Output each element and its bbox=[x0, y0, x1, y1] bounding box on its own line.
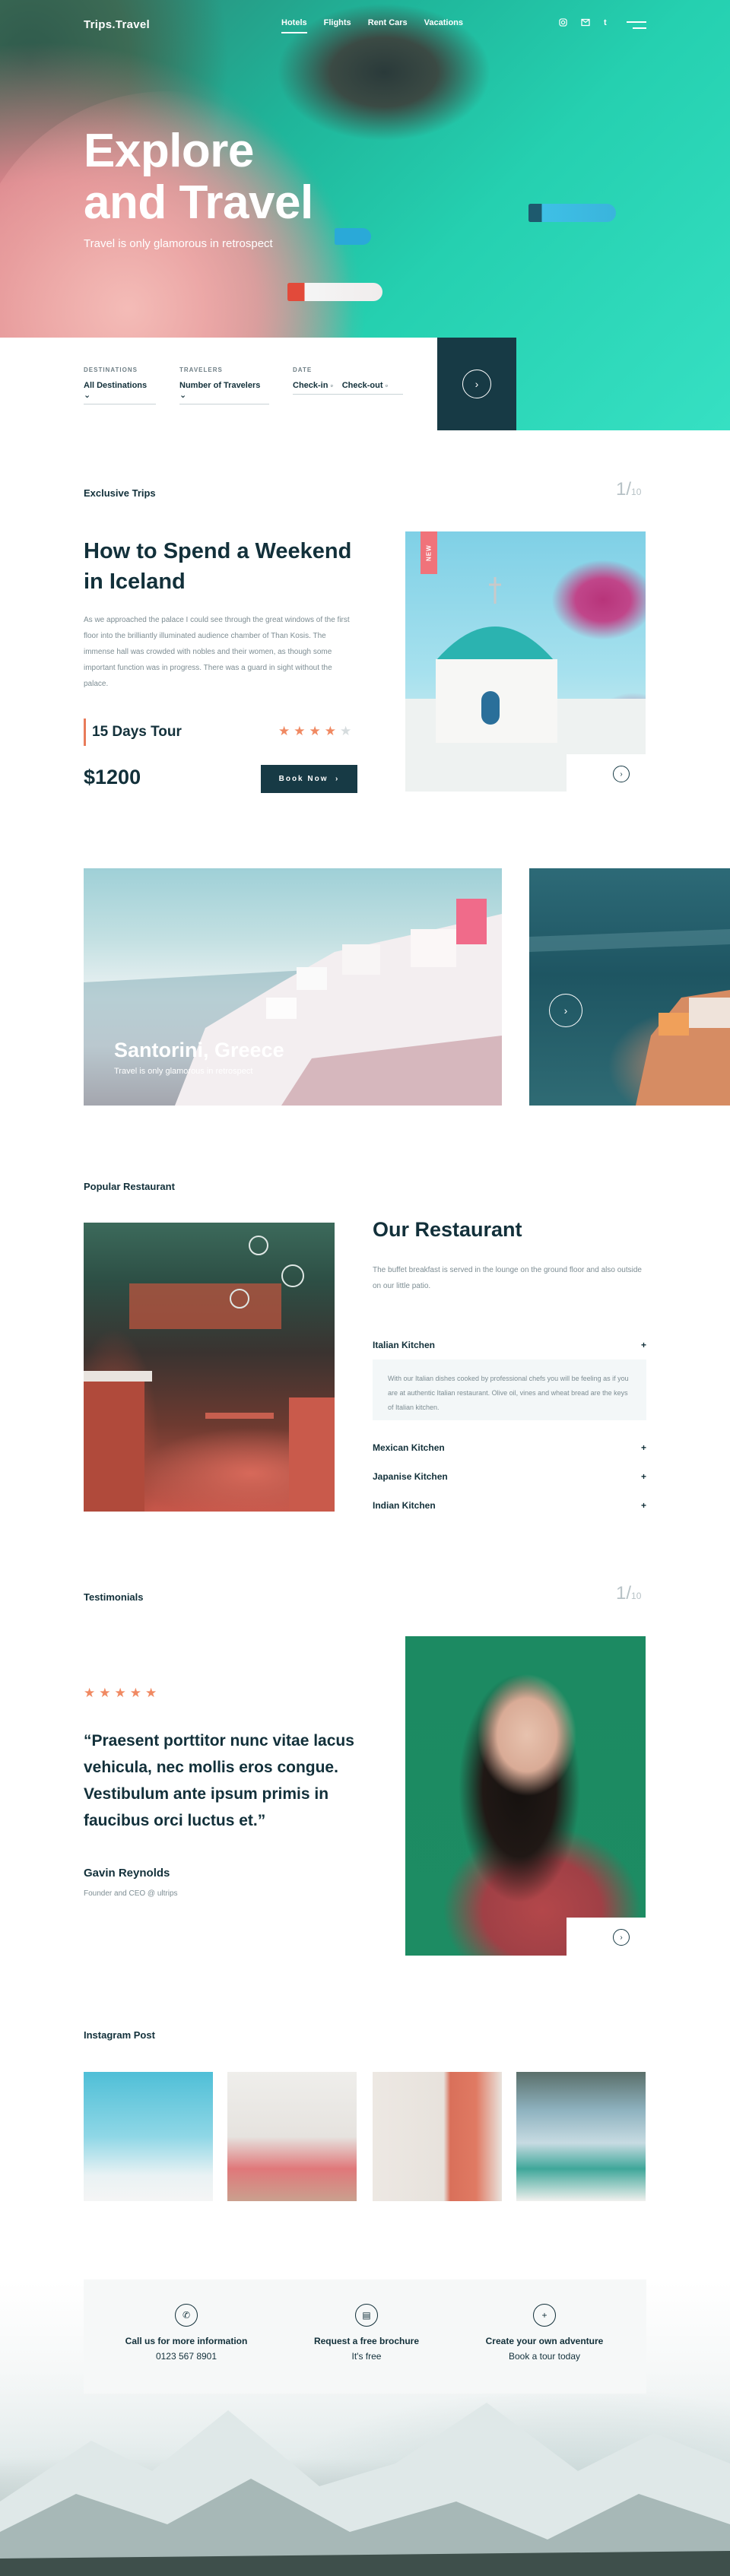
calendar-icon: ▫ bbox=[385, 382, 388, 389]
accordion-italian-kitchen[interactable]: Italian Kitchen + bbox=[373, 1337, 646, 1353]
slide-counter: 1/10 bbox=[616, 479, 642, 500]
church-photo bbox=[405, 531, 646, 792]
trip-description: As we approached the palace I could see … bbox=[84, 616, 350, 688]
plus-icon: + bbox=[533, 2304, 556, 2327]
star-icon: ★ bbox=[99, 1686, 111, 1700]
instagram-icon[interactable] bbox=[559, 18, 567, 29]
star-icon: ★ bbox=[309, 724, 321, 738]
search-button[interactable]: › bbox=[437, 338, 516, 430]
accordion-body-italian: With our Italian dishes cooked by profes… bbox=[373, 1359, 646, 1420]
arrow-right-icon: › bbox=[462, 370, 491, 398]
new-badge: NEW bbox=[421, 531, 437, 574]
next-slide-button[interactable]: › bbox=[549, 994, 582, 1027]
restaurant-title: Our Restaurant bbox=[373, 1218, 522, 1241]
hero-title: Explore and Travel bbox=[84, 125, 313, 229]
mail-icon[interactable] bbox=[581, 18, 590, 29]
sea-photo bbox=[529, 868, 730, 1106]
phone-icon: ✆ bbox=[175, 2304, 198, 2327]
calendar-icon: ▫ bbox=[330, 382, 333, 389]
instagram-post[interactable] bbox=[373, 2072, 502, 2201]
testimonial-photo bbox=[405, 1636, 646, 1956]
brochure-icon: ▤ bbox=[355, 2304, 378, 2327]
testimonial-author: Gavin Reynolds bbox=[84, 1867, 170, 1880]
section-label-testimonials: Testimonials bbox=[84, 1591, 144, 1603]
trip-title: How to Spend a Weekend in Iceland bbox=[84, 539, 352, 594]
star-icon: ★ bbox=[278, 724, 290, 738]
star-icon: ★ bbox=[294, 724, 306, 738]
rating-stars: ★ ★ ★ ★ ★ bbox=[278, 724, 351, 739]
checkin-input[interactable]: Check-in ▫ bbox=[293, 381, 333, 390]
nav-link-vacations[interactable]: Vacations bbox=[424, 18, 463, 33]
chevron-down-icon: ⌄ bbox=[84, 391, 91, 400]
travelers-field[interactable]: TRAVELERS Number of Travelers ⌄ bbox=[179, 366, 269, 404]
chevron-down-icon: ⌄ bbox=[179, 391, 187, 400]
boat-image bbox=[287, 283, 382, 301]
tumblr-icon[interactable]: t bbox=[604, 18, 607, 29]
main-nav: Hotels Flights Rent Cars Vacations bbox=[281, 18, 463, 33]
star-icon: ★ bbox=[324, 724, 336, 738]
plus-icon: + bbox=[640, 1500, 646, 1511]
star-icon: ★ bbox=[145, 1686, 157, 1700]
plus-icon: + bbox=[640, 1442, 646, 1453]
next-arrow-button[interactable]: › bbox=[613, 766, 630, 782]
date-field[interactable]: DATE Check-in ▫ Check-out ▫ bbox=[293, 366, 403, 395]
section-label-exclusive: Exclusive Trips bbox=[84, 487, 156, 499]
restaurant-photo bbox=[84, 1223, 335, 1512]
cta-adventure[interactable]: + Create your own adventure Book a tour … bbox=[453, 2304, 636, 2362]
section-label-instagram: Instagram Post bbox=[84, 2029, 155, 2041]
mountains-illustration bbox=[0, 2403, 730, 2576]
site-logo[interactable]: Trips.Travel bbox=[84, 18, 150, 31]
restaurant-description: The buffet breakfast is served in the lo… bbox=[373, 1266, 642, 1290]
nav-link-rent-cars[interactable]: Rent Cars bbox=[368, 18, 408, 33]
star-icon: ★ bbox=[340, 724, 352, 738]
hero-subtitle: Travel is only glamorous in retrospect bbox=[84, 237, 273, 250]
destination-title: Santorini, Greece bbox=[114, 1039, 284, 1061]
testimonial-quote: “Praesent porttitor nunc vitae lacus veh… bbox=[84, 1732, 354, 1829]
testimonial-rating: ★ ★ ★ ★ ★ bbox=[84, 1686, 157, 1701]
instagram-post[interactable] bbox=[84, 2072, 213, 2201]
book-now-button[interactable]: Book Now › bbox=[261, 765, 357, 793]
boat-image bbox=[335, 228, 371, 245]
destination-subtitle: Travel is only glamorous in retrospect bbox=[114, 1067, 253, 1076]
plus-icon: + bbox=[640, 1340, 646, 1350]
menu-icon[interactable] bbox=[627, 21, 646, 30]
instagram-post[interactable] bbox=[227, 2072, 357, 2201]
social-links: t bbox=[559, 18, 607, 29]
nav-link-hotels[interactable]: Hotels bbox=[281, 18, 307, 33]
instagram-post[interactable] bbox=[516, 2072, 646, 2201]
destinations-field[interactable]: DESTINATIONS All Destinations ⌄ bbox=[84, 366, 156, 404]
boat-image bbox=[528, 204, 616, 222]
accordion-indian-kitchen[interactable]: Indian Kitchen + bbox=[373, 1498, 646, 1513]
star-icon: ★ bbox=[129, 1686, 141, 1700]
cta-call[interactable]: ✆ Call us for more information 0123 567 … bbox=[95, 2304, 278, 2362]
star-icon: ★ bbox=[84, 1686, 96, 1700]
testimonial-role: Founder and CEO @ ultrips bbox=[84, 1889, 178, 1898]
accordion-mexican-kitchen[interactable]: Mexican Kitchen + bbox=[373, 1440, 646, 1455]
cta-brochure[interactable]: ▤ Request a free brochure It's free bbox=[275, 2304, 458, 2362]
star-icon: ★ bbox=[114, 1686, 126, 1700]
next-arrow-button[interactable]: › bbox=[613, 1929, 630, 1946]
checkout-input[interactable]: Check-out ▫ bbox=[342, 381, 388, 390]
trip-duration: 15 Days Tour bbox=[84, 719, 182, 746]
trip-price: $1200 bbox=[84, 766, 141, 788]
accordion-japanese-kitchen[interactable]: Japanise Kitchen + bbox=[373, 1469, 646, 1484]
section-label-restaurant: Popular Restaurant bbox=[84, 1181, 175, 1192]
slide-counter: 1/10 bbox=[616, 1583, 642, 1604]
nav-link-flights[interactable]: Flights bbox=[324, 18, 351, 33]
plus-icon: + bbox=[640, 1471, 646, 1482]
